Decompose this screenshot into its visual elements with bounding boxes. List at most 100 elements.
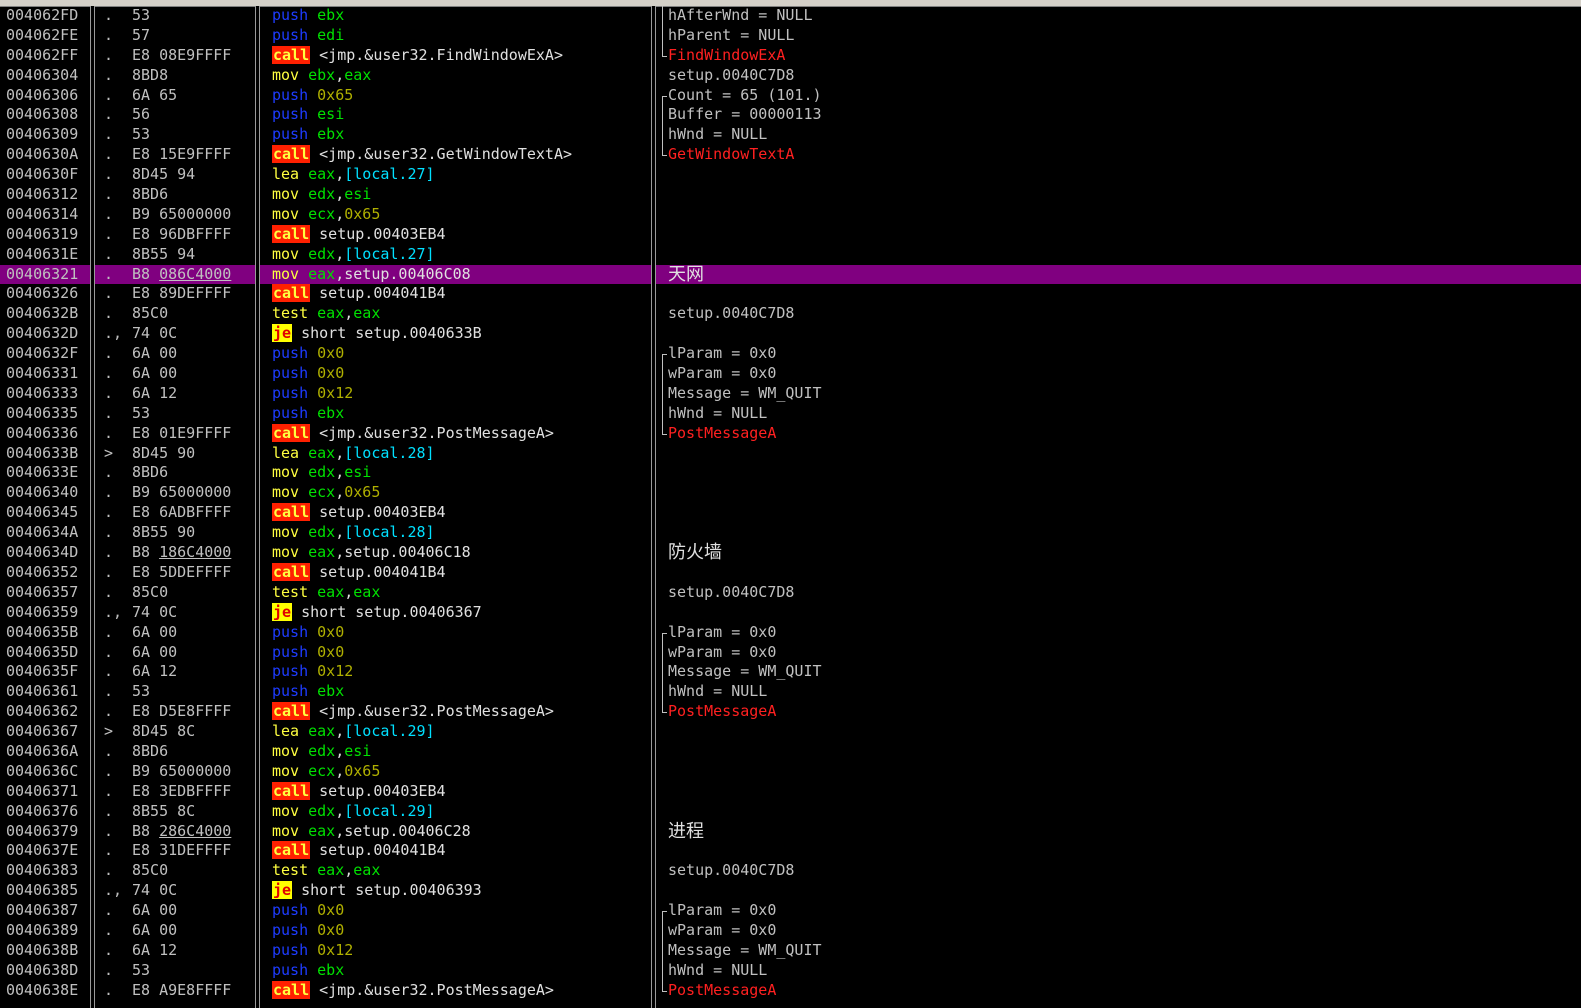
disasm-cell[interactable]: mov ecx,0x65 xyxy=(272,205,380,225)
address-cell[interactable]: 0040632F xyxy=(6,344,78,364)
comment-cell[interactable]: Count = 65 (101.) xyxy=(660,86,822,106)
column-separator-address[interactable] xyxy=(90,6,95,1008)
disasm-cell[interactable]: je short setup.0040633B xyxy=(272,324,482,344)
hex-dump-cell[interactable]: 53 xyxy=(132,125,150,145)
address-cell[interactable]: 00406385 xyxy=(6,881,78,901)
hex-address-ref[interactable]: 186C4000 xyxy=(159,543,231,561)
disasm-row[interactable]: 00406326. E8 89DEFFFF call setup.004041B4 xyxy=(0,284,1581,304)
address-cell[interactable]: 00406321 xyxy=(6,265,78,285)
comment-cell[interactable]: 防火墙 xyxy=(660,543,722,564)
address-cell[interactable]: 00406326 xyxy=(6,284,78,304)
disasm-row[interactable]: 00406352. E8 5DDEFFFF call setup.004041B4 xyxy=(0,562,1581,583)
hex-dump-cell[interactable]: 53 xyxy=(132,6,150,26)
comment-cell[interactable] xyxy=(660,245,668,265)
address-cell[interactable]: 00406331 xyxy=(6,364,78,384)
hex-dump-cell[interactable]: 8D45 90 xyxy=(132,444,195,464)
hex-dump-cell[interactable]: 74 0C xyxy=(132,603,177,623)
disasm-cell[interactable]: call <jmp.&user32.GetWindowTextA> xyxy=(272,145,572,165)
disasm-row[interactable]: 004062FF. E8 08E9FFFF call <jmp.&user32.Fi… xyxy=(0,45,1581,66)
hex-dump-cell[interactable]: 8BD6 xyxy=(132,185,168,205)
comment-cell[interactable]: hWnd = NULL xyxy=(660,682,767,703)
comment-cell[interactable] xyxy=(660,563,668,583)
disasm-cell[interactable]: call <jmp.&user32.PostMessageA> xyxy=(272,980,554,1001)
disasm-row[interactable]: 00406335. 53 push ebx hWnd = NULL xyxy=(0,403,1581,424)
disasm-row[interactable]: 00406361. 53 push ebx hWnd = NULL xyxy=(0,682,1581,703)
disasm-cell[interactable]: push ebx xyxy=(272,682,344,702)
comment-cell[interactable] xyxy=(660,483,668,503)
address-cell[interactable]: 0040632B xyxy=(6,304,78,324)
address-cell[interactable]: 00406345 xyxy=(6,503,78,523)
comment-cell[interactable] xyxy=(660,881,668,901)
disasm-cell[interactable]: call <jmp.&user32.PostMessageA> xyxy=(272,423,554,444)
column-separator-hex[interactable] xyxy=(255,6,260,1008)
hex-dump-cell[interactable]: B9 65000000 xyxy=(132,483,231,503)
disasm-row[interactable]: 0040630F. 8D45 94 lea eax,[local.27] xyxy=(0,165,1581,185)
disasm-cell[interactable]: push 0x0 xyxy=(272,901,344,921)
comment-cell[interactable] xyxy=(660,463,668,483)
disasm-row[interactable]: 00406309. 53 push ebx hWnd = NULL xyxy=(0,125,1581,146)
disasm-cell[interactable]: lea eax,[local.29] xyxy=(272,722,435,742)
address-cell[interactable]: 00406389 xyxy=(6,921,78,941)
disasm-cell[interactable]: je short setup.00406393 xyxy=(272,881,482,901)
disasm-cell[interactable]: push 0x0 xyxy=(272,921,344,941)
address-cell[interactable]: 00406352 xyxy=(6,563,78,583)
hex-dump-cell[interactable]: 8D45 94 xyxy=(132,165,195,185)
disasm-row[interactable]: 00406321. B8 086C4000 mov eax,setup.00406C… xyxy=(0,264,1581,285)
disasm-cell[interactable]: push 0x0 xyxy=(272,623,344,643)
comment-cell[interactable]: Message = WM_QUIT xyxy=(660,940,822,961)
disasm-row[interactable]: 0040633B >8D45 90 lea eax,[local.28] xyxy=(0,444,1581,464)
disasm-cell[interactable]: mov eax,setup.00406C18 xyxy=(272,543,471,563)
disasm-row[interactable]: 0040632D., 74 0C je short setup.0040633B xyxy=(0,324,1581,344)
disasm-row[interactable]: 00406362. E8 D5E8FFFF call <jmp.&user32.Po… xyxy=(0,702,1581,722)
comment-cell[interactable] xyxy=(660,722,668,742)
disasm-cell[interactable]: mov edx,[local.28] xyxy=(272,523,435,543)
comment-cell[interactable]: setup.0040C7D8 xyxy=(660,66,794,86)
disasm-cell[interactable]: test eax,eax xyxy=(272,304,380,324)
disasm-cell[interactable]: call setup.00403EB4 xyxy=(272,224,446,245)
disasm-cell[interactable]: call <jmp.&user32.FindWindowExA> xyxy=(272,45,563,66)
address-cell[interactable]: 0040635D xyxy=(6,643,78,663)
disasm-cell[interactable]: push ebx xyxy=(272,404,344,424)
disasm-cell[interactable]: mov eax,setup.00406C28 xyxy=(272,822,471,842)
disasm-row[interactable]: 00406357. 85C0 test eax,eax setup.0040C7D8 xyxy=(0,583,1581,603)
disasm-row[interactable]: 00406376. 8B55 8C mov edx,[local.29] xyxy=(0,802,1581,822)
comment-cell[interactable]: lParam = 0x0 xyxy=(660,623,776,643)
disasm-cell[interactable]: mov edx,esi xyxy=(272,185,371,205)
hex-dump-cell[interactable]: E8 15E9FFFF xyxy=(132,145,231,165)
address-cell[interactable]: 0040633E xyxy=(6,463,78,483)
address-cell[interactable]: 00406309 xyxy=(6,125,78,145)
address-cell[interactable]: 00406362 xyxy=(6,702,78,722)
address-cell[interactable]: 00406376 xyxy=(6,802,78,822)
comment-cell[interactable] xyxy=(660,742,668,762)
disasm-cell[interactable]: call <jmp.&user32.PostMessageA> xyxy=(272,702,554,722)
comment-cell[interactable]: Message = WM_QUIT xyxy=(660,383,822,404)
address-cell[interactable]: 0040638E xyxy=(6,981,78,1001)
disasm-row[interactable]: 0040637E. E8 31DEFFFF call setup.004041B4 xyxy=(0,841,1581,861)
hex-dump-cell[interactable]: E8 3EDBFFFF xyxy=(132,782,231,802)
disasm-row[interactable]: 00406333. 6A 12 push 0x12 Message = WM_QUIT xyxy=(0,383,1581,404)
disasm-row[interactable]: 00406359., 74 0C je short setup.00406367 xyxy=(0,602,1581,623)
hex-dump-cell[interactable]: 53 xyxy=(132,961,150,981)
address-cell[interactable]: 00406379 xyxy=(6,822,78,842)
address-cell[interactable]: 00406312 xyxy=(6,185,78,205)
disasm-row[interactable]: 00406385., 74 0C je short setup.00406393 xyxy=(0,881,1581,901)
hex-dump-cell[interactable]: E8 6ADBFFFF xyxy=(132,503,231,523)
hex-dump-cell[interactable]: 8D45 8C xyxy=(132,722,195,742)
comment-cell[interactable]: hParent = NULL xyxy=(660,25,794,46)
hex-dump-cell[interactable]: 6A 12 xyxy=(132,662,177,682)
address-cell[interactable]: 00406371 xyxy=(6,782,78,802)
address-cell[interactable]: 00406304 xyxy=(6,66,78,86)
disasm-row[interactable]: 0040631E. 8B55 94 mov edx,[local.27] xyxy=(0,245,1581,265)
address-cell[interactable]: 00406314 xyxy=(6,205,78,225)
hex-dump-cell[interactable]: E8 A9E8FFFF xyxy=(132,981,231,1001)
hex-dump-cell[interactable]: 6A 12 xyxy=(132,941,177,961)
comment-cell[interactable]: wParam = 0x0 xyxy=(660,920,776,941)
address-cell[interactable]: 00406383 xyxy=(6,861,78,881)
disasm-cell[interactable]: call setup.004041B4 xyxy=(272,562,446,583)
comment-cell[interactable]: wParam = 0x0 xyxy=(660,364,776,384)
address-cell[interactable]: 00406361 xyxy=(6,682,78,702)
hex-dump-cell[interactable]: 8B55 94 xyxy=(132,245,195,265)
disasm-row[interactable]: 0040635F. 6A 12 push 0x12 Message = WM_QUIT xyxy=(0,662,1581,683)
address-cell[interactable]: 0040636C xyxy=(6,762,78,782)
disasm-row[interactable]: 00406387. 6A 00 push 0x0 lParam = 0x0 xyxy=(0,901,1581,921)
